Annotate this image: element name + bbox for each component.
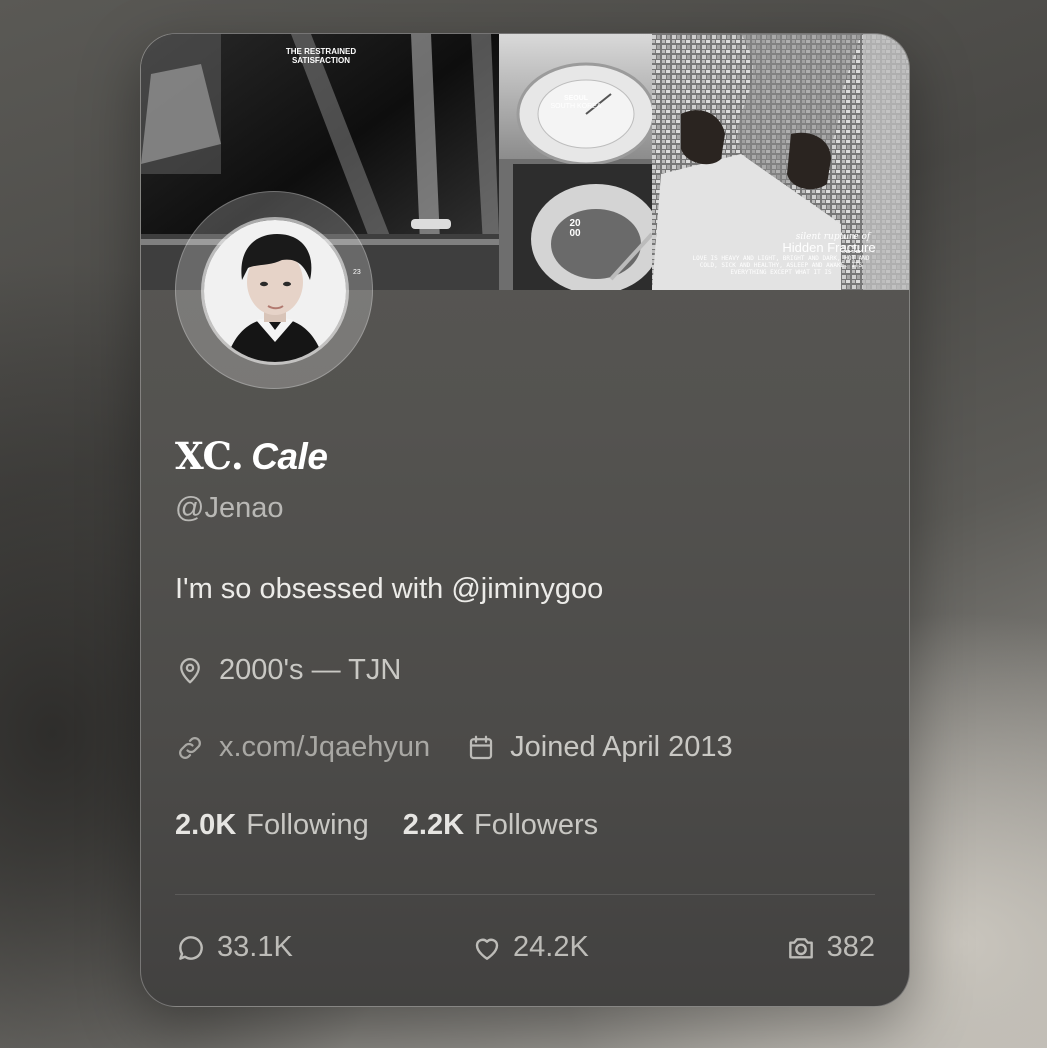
profile-card: THE RESTRAINED SATISFACTION 23 SEOUL SOU… — [140, 33, 910, 1007]
avatar-ring — [175, 191, 373, 389]
banner-text-1: THE RESTRAINED — [286, 47, 356, 56]
following-link[interactable]: 2.0K Following — [175, 809, 369, 842]
photos-count: 382 — [826, 931, 875, 963]
divider — [175, 894, 875, 895]
following-label: Following — [246, 809, 369, 841]
bio-text: I'm so obsessed with @jiminygoo — [175, 573, 604, 605]
banner-text-9: Hidden Fracture — [782, 240, 875, 255]
website-link[interactable]: x.com/Jqaehyun — [219, 731, 430, 764]
banner-text-4: SOUTH KOREA — [551, 103, 602, 110]
map-pin-icon — [175, 656, 205, 686]
followers-link[interactable]: 2.2K Followers — [403, 809, 598, 842]
following-count: 2.0K — [175, 809, 237, 841]
heart-icon — [471, 932, 503, 964]
likes-count: 24.2K — [513, 931, 589, 963]
user-handle: @Jenao — [175, 492, 284, 524]
followers-count: 2.2K — [402, 809, 465, 841]
replies-count: 33.1K — [217, 931, 293, 963]
replies-metric[interactable]: 33.1K — [175, 931, 293, 964]
banner-text-11: COLD, SICK AND HEALTHY, ASLEEP AND AWAKE… — [700, 262, 863, 269]
camera-icon — [785, 932, 817, 964]
links-row: x.com/Jqaehyun Joined April 2013 — [175, 731, 733, 764]
follow-stats: 2.0K Following 2.2K Followers — [175, 809, 598, 842]
banner-text-10: LOVE IS HEAVY AND LIGHT, BRIGHT AND DARK… — [692, 255, 869, 262]
banner-text-2: SATISFACTION — [292, 56, 350, 65]
location-text: 2000's — TJN — [219, 654, 402, 686]
display-name-prefix: XC. — [175, 434, 244, 478]
avatar[interactable] — [201, 217, 349, 365]
likes-metric[interactable]: 24.2K — [471, 931, 589, 964]
banner-text-3: SEOUL — [564, 95, 589, 102]
banner-text-6: 00 — [569, 228, 581, 239]
followers-label: Followers — [474, 809, 599, 841]
joined-date: Joined April 2013 — [510, 731, 733, 763]
location-row: 2000's — TJN — [175, 654, 401, 687]
banner-text-12: EVERYTHING EXCEPT WHAT IT IS — [730, 269, 832, 276]
link-icon — [175, 733, 205, 763]
display-name: XC. Cale — [175, 434, 328, 478]
photos-metric[interactable]: 382 — [785, 931, 875, 964]
calendar-icon — [466, 733, 496, 763]
comment-icon — [175, 932, 207, 964]
display-name-italic: Cale — [251, 436, 328, 477]
